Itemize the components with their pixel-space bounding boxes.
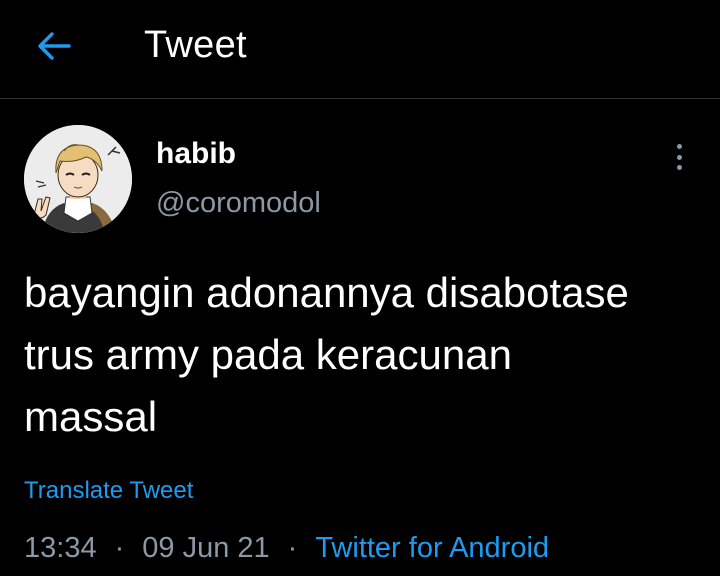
more-vertical-icon	[676, 144, 682, 149]
tweet-meta: 13:34 · 09 Jun 21 · Twitter for Android	[24, 530, 549, 566]
page-title: Tweet	[144, 24, 247, 66]
tweet-line: bayangin adonannya disabotase	[24, 269, 629, 316]
tweet-line: trus army pada keracunan	[24, 331, 512, 378]
more-vertical-icon	[676, 154, 682, 160]
cartoon-avatar-image	[24, 125, 132, 233]
tweet-date: 09 Jun 21	[142, 531, 270, 564]
top-bar: Tweet	[0, 0, 720, 99]
arrow-left-icon	[38, 32, 71, 60]
tweet-text: bayangin adonannya disabotase trus army …	[24, 262, 704, 448]
more-vertical-icon	[676, 165, 682, 170]
more-options-button[interactable]	[664, 140, 694, 174]
avatar[interactable]	[24, 125, 132, 233]
meta-separator: ·	[287, 531, 298, 564]
tweet-time: 13:34	[24, 531, 97, 564]
tweet-source-link[interactable]: Twitter for Android	[315, 532, 549, 565]
meta-separator: ·	[114, 531, 125, 564]
author-handle[interactable]: @coromodol	[156, 187, 321, 220]
translate-tweet-link[interactable]: Translate Tweet	[24, 477, 193, 505]
tweet-line: massal	[24, 393, 158, 440]
author-name[interactable]: habib	[156, 137, 236, 171]
back-button[interactable]	[34, 26, 74, 66]
